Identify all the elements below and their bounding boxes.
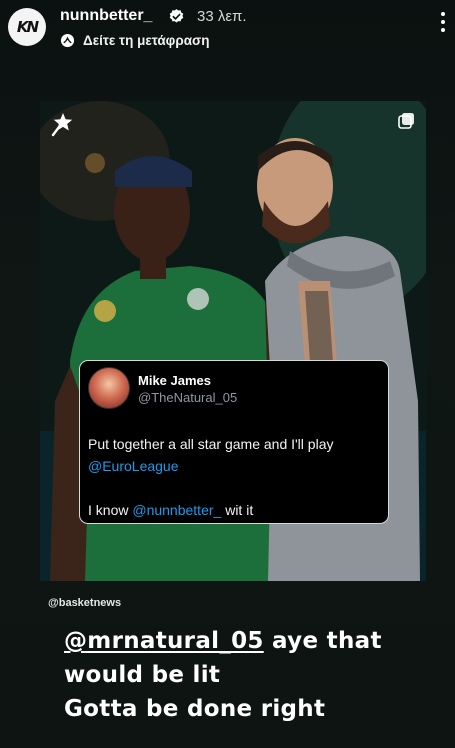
caption-line-2: would be lit bbox=[64, 662, 221, 688]
tweet-text-line-2: I know @nunnbetter_ wit it bbox=[88, 502, 253, 518]
tweet-author-avatar bbox=[88, 367, 130, 409]
profile-avatar[interactable]: KN bbox=[8, 8, 46, 46]
avatar-logo-text: KN bbox=[16, 18, 39, 36]
tweet-card: Mike James @TheNatural_05 Put together a… bbox=[79, 360, 389, 524]
post-time: 33 λεπ. bbox=[197, 8, 247, 25]
caption-line-1: @mrnatural_05 aye that bbox=[64, 624, 444, 658]
verified-badge-icon bbox=[169, 9, 184, 23]
story-caption: @mrnatural_05 aye that would be lit Gott… bbox=[64, 624, 444, 726]
tweet-text-line: Put together a all star game and I'll pl… bbox=[88, 436, 334, 452]
username[interactable]: nunnbetter_ bbox=[60, 7, 152, 25]
translate-globe-icon bbox=[60, 33, 75, 47]
tweet-mention-euroleague: @EuroLeague bbox=[88, 458, 179, 474]
story-header: KN nunnbetter_ 33 λεπ. Δείτε τη μετάφρασ… bbox=[0, 0, 455, 60]
tweet-text-suffix: wit it bbox=[221, 502, 254, 518]
caption-mention[interactable]: @mrnatural_05 bbox=[64, 628, 264, 654]
more-options-icon[interactable] bbox=[438, 12, 448, 38]
tweet-author-handle: @TheNatural_05 bbox=[138, 390, 238, 405]
tweet-mention-nunnbetter: @nunnbetter_ bbox=[132, 502, 222, 518]
star-player-logo-icon bbox=[51, 113, 73, 137]
translate-label: Δείτε τη μετάφραση bbox=[83, 32, 210, 48]
tweet-author-name: Mike James bbox=[138, 373, 211, 388]
caption-line-3: Gotta be done right bbox=[64, 696, 326, 722]
multiple-images-icon bbox=[398, 113, 414, 129]
caption-line-1-rest: aye that bbox=[263, 628, 382, 654]
tweet-text-prefix: I know bbox=[88, 502, 133, 518]
image-credit: @basketnews bbox=[48, 597, 122, 609]
story-screen: KN nunnbetter_ 33 λεπ. Δείτε τη μετάφρασ… bbox=[0, 0, 455, 748]
translate-link[interactable]: Δείτε τη μετάφραση bbox=[60, 31, 209, 49]
